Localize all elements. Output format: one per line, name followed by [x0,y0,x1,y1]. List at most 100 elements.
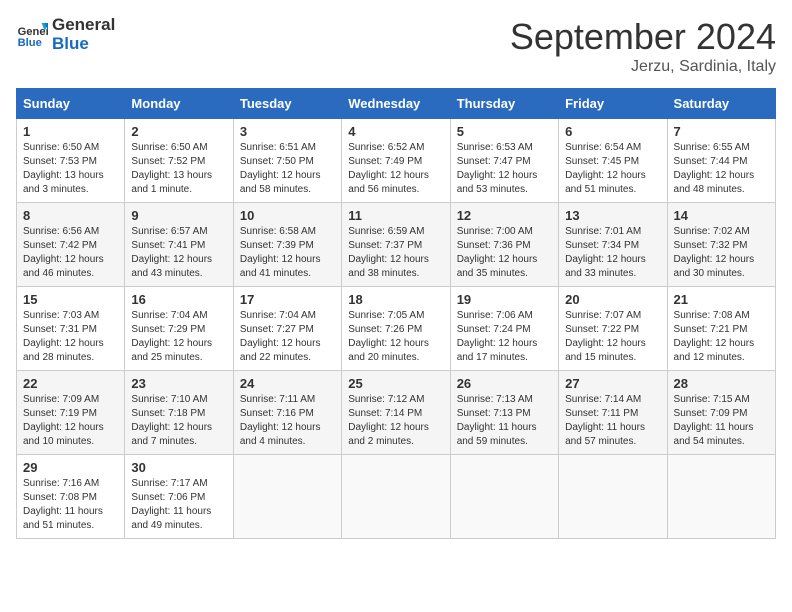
day-number: 6 [565,124,660,139]
day-info: Sunrise: 7:14 AM Sunset: 7:11 PM Dayligh… [565,393,660,449]
calendar-cell: 23 Sunrise: 7:10 AM Sunset: 7:18 PM Dayli… [125,371,233,455]
calendar-cell: 19 Sunrise: 7:06 AM Sunset: 7:24 PM Dayli… [450,287,558,371]
weekday-header-row: SundayMondayTuesdayWednesdayThursdayFrid… [17,89,776,119]
calendar-week-row: 15 Sunrise: 7:03 AM Sunset: 7:31 PM Dayli… [17,287,776,371]
day-info: Sunrise: 7:16 AM Sunset: 7:08 PM Dayligh… [23,477,118,533]
day-number: 21 [674,292,769,307]
page-header: General Blue General Blue September 2024… [16,16,776,76]
day-info: Sunrise: 6:57 AM Sunset: 7:41 PM Dayligh… [131,225,226,281]
day-number: 14 [674,208,769,223]
day-number: 16 [131,292,226,307]
calendar-cell: 26Sunrise: 7:13 AM Sunset: 7:13 PM Dayli… [450,371,558,455]
day-number: 28 [674,376,769,391]
day-number: 9 [131,208,226,223]
calendar-cell: 7 Sunrise: 6:55 AM Sunset: 7:44 PM Daylig… [667,119,775,203]
calendar-cell: 24 Sunrise: 7:11 AM Sunset: 7:16 PM Dayli… [233,371,341,455]
calendar-cell [559,455,667,539]
svg-text:Blue: Blue [18,37,42,49]
day-info: Sunrise: 7:01 AM Sunset: 7:34 PM Dayligh… [565,225,660,281]
title-section: September 2024 Jerzu, Sardinia, Italy [510,16,776,76]
calendar-cell: 11Sunrise: 6:59 AM Sunset: 7:37 PM Dayli… [342,203,450,287]
calendar-cell: 10 Sunrise: 6:58 AM Sunset: 7:39 PM Dayli… [233,203,341,287]
day-info: Sunrise: 7:07 AM Sunset: 7:22 PM Dayligh… [565,309,660,365]
logo-general: General [52,16,115,35]
calendar-week-row: 29 Sunrise: 7:16 AM Sunset: 7:08 PM Dayli… [17,455,776,539]
calendar-cell: 9 Sunrise: 6:57 AM Sunset: 7:41 PM Daylig… [125,203,233,287]
calendar-cell: 28Sunrise: 7:15 AM Sunset: 7:09 PM Dayli… [667,371,775,455]
calendar-cell: 20Sunrise: 7:07 AM Sunset: 7:22 PM Dayli… [559,287,667,371]
day-info: Sunrise: 7:06 AM Sunset: 7:24 PM Dayligh… [457,309,552,365]
location-subtitle: Jerzu, Sardinia, Italy [510,58,776,76]
weekday-header-wednesday: Wednesday [342,89,450,119]
day-info: Sunrise: 7:04 AM Sunset: 7:27 PM Dayligh… [240,309,335,365]
day-number: 24 [240,376,335,391]
day-info: Sunrise: 7:03 AM Sunset: 7:31 PM Dayligh… [23,309,118,365]
day-info: Sunrise: 6:51 AM Sunset: 7:50 PM Dayligh… [240,141,335,197]
calendar-cell [667,455,775,539]
calendar-cell: 30 Sunrise: 7:17 AM Sunset: 7:06 PM Dayli… [125,455,233,539]
calendar-cell: 22 Sunrise: 7:09 AM Sunset: 7:19 PM Dayli… [17,371,125,455]
day-number: 7 [674,124,769,139]
calendar-cell: 15 Sunrise: 7:03 AM Sunset: 7:31 PM Dayli… [17,287,125,371]
day-number: 30 [131,460,226,475]
day-number: 3 [240,124,335,139]
day-info: Sunrise: 7:12 AM Sunset: 7:14 PM Dayligh… [348,393,443,449]
calendar-cell: 14 Sunrise: 7:02 AM Sunset: 7:32 PM Dayli… [667,203,775,287]
calendar-week-row: 8 Sunrise: 6:56 AM Sunset: 7:42 PM Daylig… [17,203,776,287]
day-number: 27 [565,376,660,391]
day-number: 15 [23,292,118,307]
weekday-header-saturday: Saturday [667,89,775,119]
day-number: 26 [457,376,552,391]
day-info: Sunrise: 7:10 AM Sunset: 7:18 PM Dayligh… [131,393,226,449]
day-number: 29 [23,460,118,475]
day-number: 10 [240,208,335,223]
calendar-cell: 17Sunrise: 7:04 AM Sunset: 7:27 PM Dayli… [233,287,341,371]
day-number: 22 [23,376,118,391]
logo: General Blue General Blue [16,16,115,53]
calendar-cell: 4Sunrise: 6:52 AM Sunset: 7:49 PM Daylig… [342,119,450,203]
weekday-header-sunday: Sunday [17,89,125,119]
day-info: Sunrise: 6:50 AM Sunset: 7:53 PM Dayligh… [23,141,118,197]
calendar-cell [450,455,558,539]
day-info: Sunrise: 7:02 AM Sunset: 7:32 PM Dayligh… [674,225,769,281]
calendar-cell: 21 Sunrise: 7:08 AM Sunset: 7:21 PM Dayli… [667,287,775,371]
calendar-cell: 29 Sunrise: 7:16 AM Sunset: 7:08 PM Dayli… [17,455,125,539]
day-info: Sunrise: 6:53 AM Sunset: 7:47 PM Dayligh… [457,141,552,197]
weekday-header-monday: Monday [125,89,233,119]
day-number: 5 [457,124,552,139]
day-info: Sunrise: 7:11 AM Sunset: 7:16 PM Dayligh… [240,393,335,449]
calendar-cell [342,455,450,539]
svg-text:General: General [18,26,48,38]
month-title: September 2024 [510,16,776,58]
calendar-cell [233,455,341,539]
calendar-cell: 2Sunrise: 6:50 AM Sunset: 7:52 PM Daylig… [125,119,233,203]
calendar-week-row: 1Sunrise: 6:50 AM Sunset: 7:53 PM Daylig… [17,119,776,203]
day-info: Sunrise: 6:55 AM Sunset: 7:44 PM Dayligh… [674,141,769,197]
calendar-cell: 12 Sunrise: 7:00 AM Sunset: 7:36 PM Dayli… [450,203,558,287]
day-info: Sunrise: 6:50 AM Sunset: 7:52 PM Dayligh… [131,141,226,197]
day-number: 8 [23,208,118,223]
logo-icon: General Blue [16,19,48,51]
calendar-cell: 6Sunrise: 6:54 AM Sunset: 7:45 PM Daylig… [559,119,667,203]
day-info: Sunrise: 7:00 AM Sunset: 7:36 PM Dayligh… [457,225,552,281]
day-number: 12 [457,208,552,223]
calendar-cell: 18Sunrise: 7:05 AM Sunset: 7:26 PM Dayli… [342,287,450,371]
weekday-header-thursday: Thursday [450,89,558,119]
day-number: 11 [348,208,443,223]
day-info: Sunrise: 7:17 AM Sunset: 7:06 PM Dayligh… [131,477,226,533]
weekday-header-tuesday: Tuesday [233,89,341,119]
calendar-cell: 5 Sunrise: 6:53 AM Sunset: 7:47 PM Daylig… [450,119,558,203]
day-number: 19 [457,292,552,307]
day-number: 23 [131,376,226,391]
calendar-cell: 27 Sunrise: 7:14 AM Sunset: 7:11 PM Dayli… [559,371,667,455]
calendar-cell: 3 Sunrise: 6:51 AM Sunset: 7:50 PM Daylig… [233,119,341,203]
weekday-header-friday: Friday [559,89,667,119]
day-info: Sunrise: 6:58 AM Sunset: 7:39 PM Dayligh… [240,225,335,281]
calendar-table: SundayMondayTuesdayWednesdayThursdayFrid… [16,88,776,539]
day-info: Sunrise: 7:09 AM Sunset: 7:19 PM Dayligh… [23,393,118,449]
day-number: 18 [348,292,443,307]
day-info: Sunrise: 6:56 AM Sunset: 7:42 PM Dayligh… [23,225,118,281]
day-number: 4 [348,124,443,139]
day-info: Sunrise: 7:08 AM Sunset: 7:21 PM Dayligh… [674,309,769,365]
day-number: 13 [565,208,660,223]
